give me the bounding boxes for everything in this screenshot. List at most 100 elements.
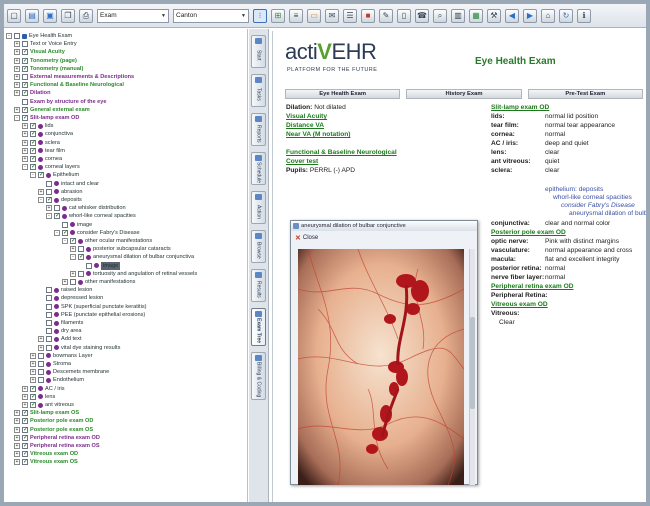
tree-item-checkbox[interactable]: ✓ (22, 115, 28, 121)
tree-item-checkbox[interactable]: ✓ (38, 172, 44, 179)
tree-item[interactable]: + bowmans Layer (30, 352, 93, 360)
tree-item[interactable]: image (78, 261, 121, 270)
tree-item-checkbox[interactable]: ✓ (30, 402, 36, 408)
collapse-icon[interactable]: - (14, 115, 20, 121)
expand-icon[interactable]: + (14, 49, 20, 56)
tree-item[interactable]: + ✓ Tonometry (page) (14, 57, 77, 65)
expand-icon[interactable]: + (14, 426, 20, 433)
expand-icon[interactable]: + (22, 131, 28, 138)
tree-item[interactable]: + ✓ Visual Acuity (14, 48, 65, 56)
tree-item[interactable]: + tortuosity and angulation of retinal ve… (70, 270, 197, 278)
tree-item-checkbox[interactable]: ✓ (22, 410, 28, 417)
tree-item[interactable]: raised lesion (38, 286, 92, 294)
posterior-pole-od-link[interactable]: Posterior pole exam OD (491, 229, 566, 237)
scrollbar-thumb[interactable] (470, 317, 475, 409)
side-tab[interactable]: Results (251, 269, 266, 302)
cover-test-link[interactable]: Cover test (286, 158, 318, 166)
tree-item[interactable]: + ✓ Vitreous exam OD (14, 450, 78, 458)
tree-item[interactable]: + ✓ tear film (22, 147, 65, 155)
side-tab[interactable]: Start (251, 35, 266, 68)
tree-item[interactable]: - ✓ aneurysmal dilation of bulbar conjunct… (70, 253, 194, 261)
expand-icon[interactable]: + (22, 402, 28, 408)
tree-item[interactable]: + ✓ Tonometry (manual) (14, 65, 83, 73)
tree-item[interactable]: + ✓ Functional & Baseline Neurological (14, 81, 124, 89)
expand-icon[interactable]: + (22, 123, 28, 130)
tree-item[interactable]: - Eye Health Exam (6, 32, 72, 40)
expand-icon[interactable]: + (30, 377, 36, 384)
tree-item[interactable]: + Descemets membrane (30, 368, 109, 376)
phone-icon[interactable]: ☎ (415, 8, 429, 23)
tree-item[interactable]: - ✓ corneal layers (22, 163, 80, 171)
tree-item-checkbox[interactable]: ✓ (22, 443, 28, 449)
side-tab[interactable]: Reports (251, 113, 266, 146)
collapse-icon[interactable]: - (22, 164, 28, 171)
expand-icon[interactable]: + (22, 139, 28, 146)
tree-item-checkbox[interactable]: ✓ (46, 197, 52, 203)
expand-icon[interactable]: + (14, 90, 20, 97)
distance-va-link[interactable]: Distance VA (286, 122, 324, 130)
notes-icon[interactable]: ☰ (343, 8, 357, 23)
search-icon[interactable]: ⌕ (433, 8, 447, 23)
tree-item-checkbox[interactable] (54, 205, 60, 212)
tree-item-checkbox[interactable] (86, 262, 92, 269)
tree-item[interactable]: - ✓ other ocular manifestations (62, 237, 152, 245)
tree-item[interactable]: + ✓ cornea (22, 155, 62, 163)
tree-view-icon[interactable]: ⁝ (253, 8, 267, 23)
tree-item[interactable]: - ✓ whorl-like corneal spacities (46, 212, 136, 220)
expand-icon[interactable]: + (14, 65, 20, 72)
copy-icon[interactable]: ❐ (61, 8, 75, 23)
tree-item-checkbox[interactable] (22, 41, 28, 48)
grid-icon[interactable]: ⊞ (271, 8, 285, 23)
tree-item-checkbox[interactable] (38, 369, 44, 376)
expand-icon[interactable]: + (14, 443, 20, 449)
expand-icon[interactable]: + (30, 369, 36, 376)
expand-icon[interactable]: + (38, 344, 44, 351)
tree-item[interactable]: + posterior subcapsular cataracts (70, 245, 171, 253)
expand-icon[interactable]: + (14, 459, 20, 466)
expand-icon[interactable]: + (30, 361, 36, 367)
print-icon[interactable]: ⎙ (79, 8, 93, 23)
side-tab[interactable]: Exam Tree (251, 308, 266, 346)
info-icon[interactable]: ℹ (577, 8, 591, 23)
close-button[interactable]: ✕ Close (295, 234, 318, 242)
tree-item-checkbox[interactable]: ✓ (54, 213, 60, 220)
tree-item-checkbox[interactable]: ✓ (30, 131, 36, 138)
tree-item-checkbox[interactable]: ✓ (22, 459, 28, 466)
tree-item[interactable]: + ✓ General external exam (14, 106, 90, 114)
expand-icon[interactable]: + (22, 156, 28, 162)
slit-lamp-od-link[interactable]: Slit-lamp exam OD (491, 104, 549, 112)
expand-icon[interactable]: + (70, 246, 76, 253)
tree-item[interactable]: - ✓ deposits (38, 196, 82, 204)
folder-icon[interactable]: ▭ (307, 8, 321, 23)
tree-item[interactable]: + other manifestations (62, 278, 135, 286)
expand-icon[interactable]: + (22, 393, 28, 400)
expand-icon[interactable]: + (14, 57, 20, 64)
clipboard-icon[interactable]: ▥ (451, 8, 465, 23)
tree-item[interactable]: + ✓ ant vitreous (22, 401, 74, 409)
tree-item[interactable]: + cat whisker distribution (46, 204, 126, 212)
near-va-link[interactable]: Near VA (M notation) (286, 131, 350, 139)
edit-icon[interactable]: ✎ (379, 8, 393, 23)
tree-item-checkbox[interactable] (78, 270, 84, 277)
tree-item[interactable]: + ✓ Peripheral retina exam OD (14, 434, 100, 442)
tree-item[interactable]: dry area (38, 327, 82, 335)
expand-icon[interactable]: + (38, 188, 44, 195)
open-icon[interactable]: ▤ (25, 8, 39, 23)
tree-item-checkbox[interactable] (70, 279, 76, 285)
save-icon[interactable]: ▣ (43, 8, 57, 23)
collapse-icon[interactable]: - (38, 197, 44, 203)
tree-item[interactable]: + Text or Voice Entry (14, 40, 77, 48)
exam-select[interactable]: Exam ▼ (97, 8, 169, 23)
tree-item[interactable]: - ✓ Slit-lamp exam OD (14, 114, 79, 122)
back-arrow-icon[interactable]: ◀ (505, 8, 519, 23)
tab-history-exam[interactable]: History Exam (406, 89, 522, 99)
tree-item[interactable]: - ✓ Epithelium (30, 171, 79, 179)
tree-item-checkbox[interactable]: ✓ (22, 426, 28, 433)
collapse-icon[interactable]: - (46, 213, 52, 220)
tree-item[interactable]: + ✓ conjunctiva (22, 130, 73, 138)
tree-item-checkbox[interactable] (46, 328, 52, 335)
expand-icon[interactable]: + (22, 385, 28, 392)
tree-item-checkbox[interactable] (46, 303, 52, 310)
expand-icon[interactable]: + (46, 205, 52, 212)
canton-select[interactable]: Canton ▼ (173, 8, 249, 23)
